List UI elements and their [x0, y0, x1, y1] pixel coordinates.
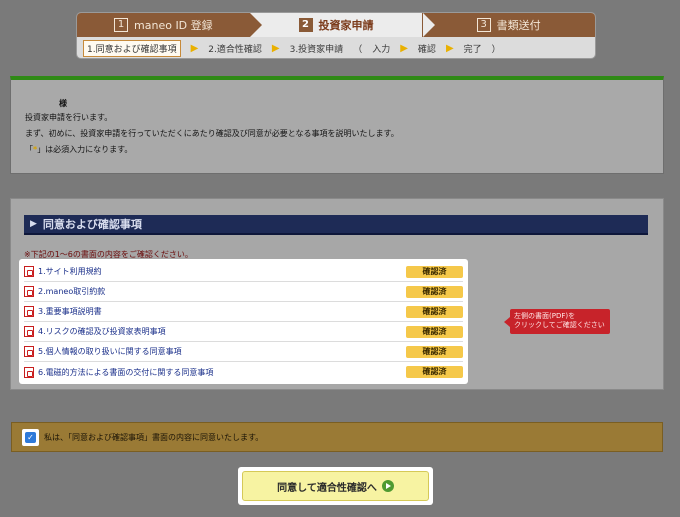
- intro-line-3: 「*」は必須入力になります。: [25, 144, 132, 155]
- section-title: 同意および確認事項: [42, 218, 142, 231]
- steps-row: 1 maneo ID 登録 2 投資家申請 3 書類送付: [77, 13, 596, 37]
- document-label: 6.電磁的方法による書面の交付に関する同意事項: [38, 367, 214, 377]
- substep-investor-application: 3.投資家申請: [289, 45, 344, 55]
- substep-suitability: 2.適合性確認: [208, 45, 262, 55]
- tooltip-line-1: 左側の書面(PDF)を: [514, 312, 576, 320]
- document-link-transaction-terms[interactable]: 2.maneo取引約款: [24, 286, 105, 297]
- document-label: 2.maneo取引約款: [38, 287, 106, 296]
- agree-and-continue-button[interactable]: 同意して適合性確認へ: [242, 471, 429, 501]
- confirmed-badge: 確認済: [406, 325, 463, 338]
- document-label: 1.サイト利用規約: [38, 267, 102, 276]
- section-header: ▶ 同意および確認事項: [24, 215, 648, 235]
- document-row: 2.maneo取引約款 確認済: [24, 282, 463, 302]
- agree-checkbox[interactable]: ✓: [22, 428, 39, 446]
- pdf-icon: [24, 286, 34, 297]
- confirmed-badge: 確認済: [406, 285, 463, 298]
- step-chevron: [250, 13, 262, 37]
- pdf-icon: [24, 306, 34, 317]
- arrow-right-icon: ▶: [190, 43, 199, 54]
- document-link-privacy-consent[interactable]: 5.個人情報の取り扱いに関する同意事項: [24, 346, 182, 357]
- arrow-right-icon: ▶: [445, 43, 454, 54]
- checkmark-icon: ✓: [25, 431, 36, 443]
- pdf-hint-tooltip: 左側の書面(PDF)を クリックしてご確認ください: [504, 309, 610, 334]
- document-label: 5.個人情報の取り扱いに関する同意事項: [38, 347, 182, 356]
- step-label: 投資家申請: [318, 19, 374, 32]
- document-link-terms-of-use[interactable]: 1.サイト利用規約: [24, 266, 102, 277]
- step-id-registration: 1 maneo ID 登録: [77, 13, 250, 37]
- submit-label: 同意して適合性確認へ: [277, 482, 377, 494]
- document-row: 4.リスクの確認及び投資家表明事項 確認済: [24, 322, 463, 342]
- document-list: 1.サイト利用規約 確認済 2.maneo取引約款 確認済 3.重要事項説明書 …: [19, 259, 468, 384]
- intro-line-3-prefix: 「: [25, 145, 33, 154]
- step-document-submission: 3 書類送付: [422, 13, 596, 37]
- confirmed-badge: 確認済: [406, 305, 463, 318]
- step-investor-application: 2 投資家申請: [249, 13, 423, 37]
- step-chevron: [423, 13, 435, 37]
- document-row: 3.重要事項説明書 確認済: [24, 302, 463, 322]
- document-link-electronic-delivery[interactable]: 6.電磁的方法による書面の交付に関する同意事項: [24, 366, 214, 378]
- document-row: 5.個人情報の取り扱いに関する同意事項 確認済: [24, 342, 463, 362]
- user-honorific: 様: [59, 99, 67, 108]
- document-link-risk-confirmation[interactable]: 4.リスクの確認及び投資家表明事項: [24, 326, 166, 337]
- substep-confirm: 確認: [417, 45, 436, 55]
- document-link-important-matters[interactable]: 3.重要事項説明書: [24, 306, 102, 317]
- confirmed-badge: 確認済: [406, 265, 463, 278]
- confirmed-badge: 確認済: [406, 366, 463, 378]
- confirmed-badge: 確認済: [406, 345, 463, 358]
- agreement-strip: ✓ 私は、「同意および確認事項」書面の内容に同意いたします。: [11, 422, 663, 452]
- play-circle-icon: [381, 480, 394, 492]
- substep-paren-close: ）: [491, 45, 501, 55]
- document-row: 6.電磁的方法による書面の交付に関する同意事項 確認済: [24, 362, 463, 382]
- document-row: 1.サイト利用規約 確認済: [24, 262, 463, 282]
- arrow-right-icon: ▶: [400, 43, 408, 54]
- step-number: 2: [298, 18, 313, 32]
- pdf-icon: [24, 366, 34, 378]
- step-number: 3: [476, 18, 491, 32]
- substep-done: 完了: [463, 45, 482, 55]
- substeps-row: 1.同意および確認事項 ▶ 2.適合性確認 ▶ 3.投資家申請 （ 入力 ▶ 確…: [83, 40, 591, 57]
- substep-input: 入力: [372, 45, 391, 55]
- agree-label[interactable]: 私は、「同意および確認事項」書面の内容に同意いたします。: [44, 432, 263, 443]
- intro-line-2: まず、初めに、投資家申請を行っていただくにあたり確認及び同意が必要となる事項を説…: [25, 129, 399, 138]
- step-number: 1: [114, 18, 129, 32]
- tooltip-line-2: クリックしてご確認ください: [514, 321, 605, 329]
- pdf-icon: [24, 266, 34, 277]
- document-label: 3.重要事項説明書: [38, 307, 102, 316]
- triangle-right-icon: ▶: [30, 219, 37, 229]
- intro-line-1: 投資家申請を行います。: [25, 113, 113, 122]
- substep-agreement: 1.同意および確認事項: [83, 40, 181, 57]
- intro-line-3-suffix: 」は必須入力になります。: [37, 145, 133, 154]
- substep-paren-open: （: [353, 45, 363, 55]
- step-label: 書類送付: [496, 19, 541, 32]
- document-label: 4.リスクの確認及び投資家表明事項: [38, 327, 166, 336]
- step-label: maneo ID 登録: [134, 19, 213, 32]
- arrow-right-icon: ▶: [271, 43, 280, 54]
- pdf-icon: [24, 326, 34, 337]
- pdf-icon: [24, 346, 34, 357]
- progress-stepper: 1 maneo ID 登録 2 投資家申請 3 書類送付 1.同意および確認事項…: [76, 12, 596, 59]
- intro-box: 様 投資家申請を行います。 まず、初めに、投資家申請を行っていただくにあたり確認…: [10, 76, 664, 174]
- submit-button-frame: 同意して適合性確認へ: [238, 467, 433, 505]
